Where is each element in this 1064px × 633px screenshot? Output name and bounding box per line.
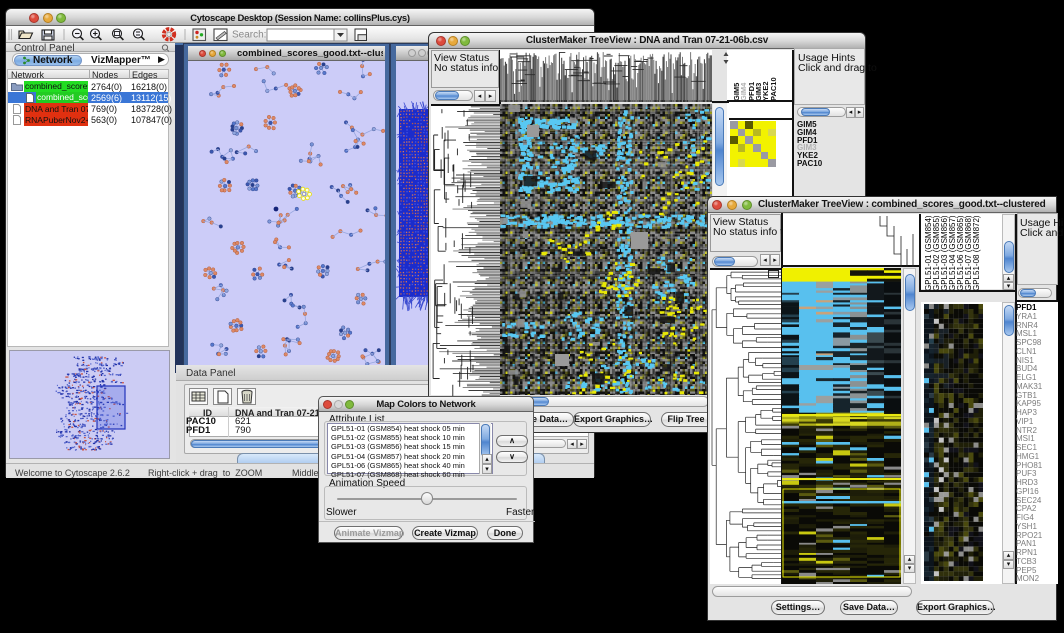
svg-text:Search:: Search: [232, 30, 266, 41]
